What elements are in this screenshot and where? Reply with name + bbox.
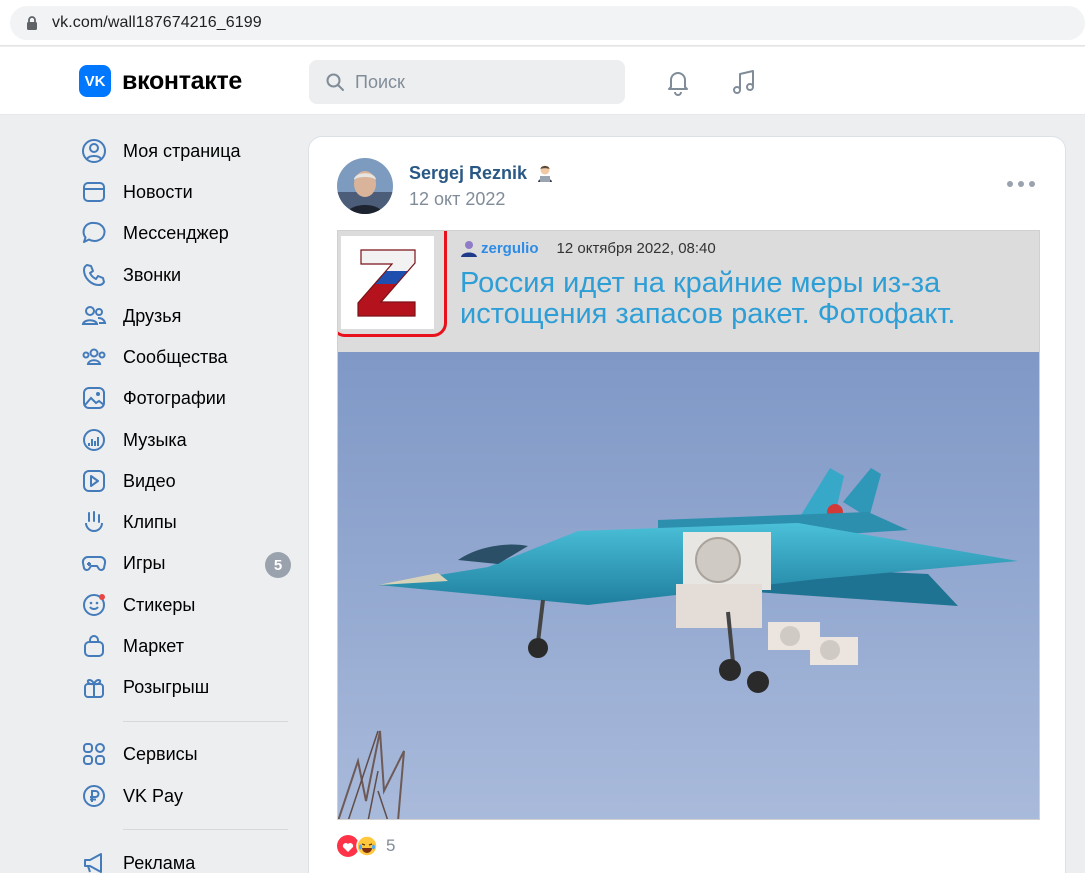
sidebar-item-label: Моя страница: [123, 140, 241, 161]
sidebar-item-label: Звонки: [123, 264, 182, 285]
sidebar-item-label: Игры: [123, 552, 166, 573]
post-date[interactable]: 12 окт 2022: [409, 189, 505, 210]
person-laptop-emoji-icon: [538, 165, 553, 182]
avatar[interactable]: [337, 158, 393, 214]
message-icon: [80, 219, 108, 247]
vk-header: VK вконтакте: [0, 47, 1085, 115]
sidebar-item-label: Маркет: [123, 635, 184, 656]
music-note-icon[interactable]: [729, 67, 759, 97]
sidebar-item-calls[interactable]: Звонки: [80, 257, 295, 293]
address-bar[interactable]: vk.com/wall187674216_6199: [10, 6, 1085, 40]
sidebar-item-giveaway[interactable]: Розыгрыш: [80, 669, 295, 705]
laughing-reaction-icon: [356, 835, 378, 857]
sidebar-item-stickers[interactable]: Стикеры: [80, 587, 295, 623]
sidebar-item-video[interactable]: Видео: [80, 463, 295, 499]
more-options-icon[interactable]: [1007, 181, 1035, 189]
sidebar-item-label: Реклама: [123, 852, 196, 873]
repost-header: Z zergulio 12 октября 2022, 08:40 Россия…: [338, 231, 1039, 352]
sidebar-item-news[interactable]: Новости: [80, 174, 295, 210]
services-icon: [80, 740, 108, 768]
sidebar-item-label: Сервисы: [123, 743, 198, 764]
ruble-icon: [80, 782, 108, 810]
games-count-badge: 5: [265, 552, 291, 578]
sidebar-item-vk-pay[interactable]: VK Pay: [80, 778, 295, 814]
repost-user[interactable]: zergulio: [481, 240, 539, 257]
sidebar-item-services[interactable]: Сервисы: [80, 736, 295, 772]
search-input[interactable]: [355, 71, 605, 93]
phone-icon: [80, 261, 108, 289]
sidebar-item-label: Мессенджер: [123, 222, 229, 243]
photo-icon: [80, 384, 108, 412]
sidebar-divider: [123, 721, 288, 722]
music-icon: [80, 426, 108, 454]
lock-icon: [27, 16, 37, 30]
sidebar-item-games[interactable]: Игры 5: [80, 545, 295, 581]
sidebar-item-market[interactable]: Маркет: [80, 628, 295, 664]
browser-toolbar: vk.com/wall187674216_6199: [0, 0, 1085, 46]
search-box[interactable]: [309, 60, 625, 104]
wall-post: Sergej Reznik 12 окт 2022 zergulio 12 ок…: [308, 136, 1066, 873]
sidebar-item-label: Новости: [123, 181, 193, 202]
sidebar-divider: [123, 829, 288, 830]
sidebar-item-label: Видео: [123, 470, 176, 491]
gamepad-icon: [80, 549, 108, 577]
sidebar-item-my-page[interactable]: Моя страница: [80, 133, 295, 169]
sidebar-item-label: Стикеры: [123, 594, 196, 615]
news-icon: [80, 178, 108, 206]
vk-logo-text: вконтакте: [122, 66, 243, 95]
url-text: vk.com/wall187674216_6199: [52, 14, 262, 31]
clips-icon: [80, 508, 108, 536]
megaphone-icon: [80, 849, 108, 873]
sidebar-item-ads[interactable]: Реклама: [80, 845, 295, 873]
bell-icon[interactable]: [663, 67, 693, 97]
post-author-name: Sergej Reznik: [409, 163, 528, 183]
sidebar-item-label: Музыка: [123, 429, 187, 450]
friends-icon: [80, 302, 108, 330]
vk-logo[interactable]: VK вконтакте: [79, 65, 242, 97]
market-icon: [80, 632, 108, 660]
sidebar-item-clips[interactable]: Клипы: [80, 504, 295, 540]
sidebar-item-communities[interactable]: Сообщества: [80, 339, 295, 375]
reactions-count: 5: [386, 836, 396, 855]
sidebar-item-photos[interactable]: Фотографии: [80, 380, 295, 416]
sticker-icon: [80, 591, 108, 619]
sidebar-item-label: Розыгрыш: [123, 676, 210, 697]
sidebar-item-label: Друзья: [123, 305, 182, 326]
z-logo-thumbnail: Z: [341, 236, 434, 329]
repost-meta: zergulio 12 октября 2022, 08:40: [460, 239, 716, 257]
sidebar-item-label: Сообщества: [123, 346, 228, 367]
repost-headline: Россия идет на крайние меры из-за истоще…: [460, 267, 956, 330]
fighter-jet-photo: [338, 352, 1039, 819]
user-icon: [461, 241, 477, 257]
sidebar-item-label: VK Pay: [123, 785, 184, 806]
sidebar-item-friends[interactable]: Друзья: [80, 298, 295, 334]
sidebar-item-music[interactable]: Музыка: [80, 422, 295, 458]
search-icon: [326, 73, 344, 91]
sidebar-item-label: Клипы: [123, 511, 177, 532]
vk-logo-badge: VK: [79, 65, 111, 97]
communities-icon: [80, 343, 108, 371]
sidebar-item-messenger[interactable]: Мессенджер: [80, 215, 295, 251]
repost-datetime: 12 октября 2022, 08:40: [556, 239, 716, 257]
gift-icon: [80, 673, 108, 701]
video-icon: [80, 467, 108, 495]
reactions-bar[interactable]: 5: [337, 835, 395, 857]
user-circle-icon: [80, 137, 108, 165]
sidebar-item-label: Фотографии: [123, 387, 226, 408]
post-author[interactable]: Sergej Reznik: [409, 163, 555, 184]
post-attachment-image[interactable]: Z zergulio 12 октября 2022, 08:40 Россия…: [337, 230, 1040, 820]
